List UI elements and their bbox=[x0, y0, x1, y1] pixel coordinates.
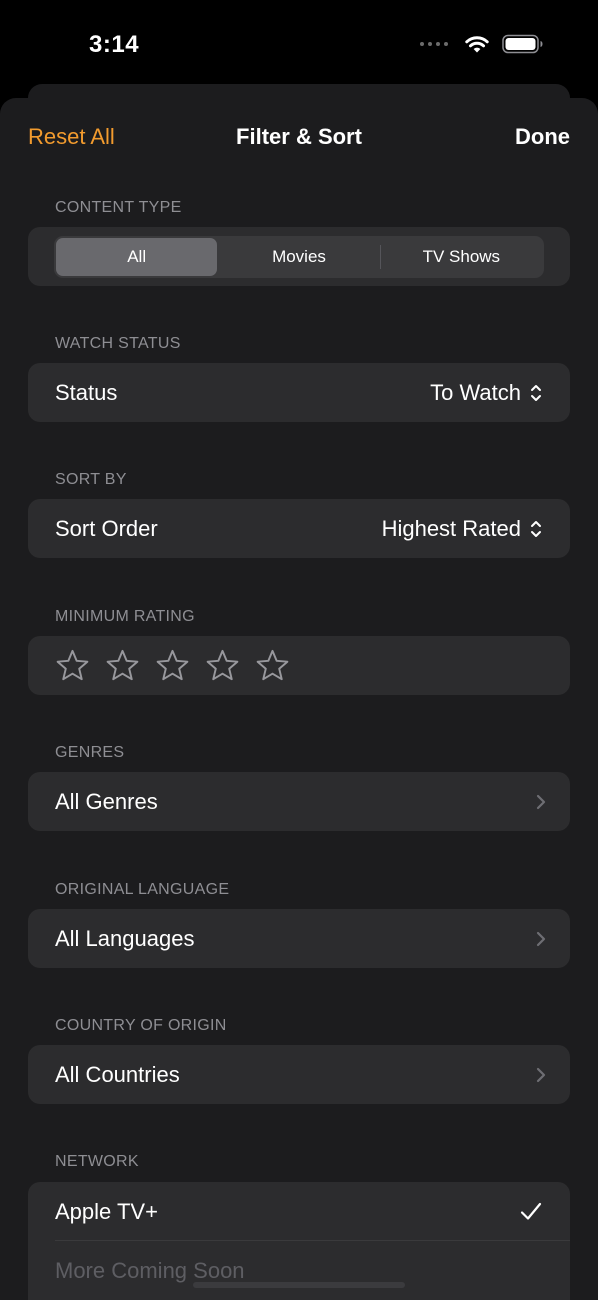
checkmark-icon bbox=[520, 1202, 542, 1220]
original-language-value: All Languages bbox=[55, 925, 195, 951]
genres-card: All Genres bbox=[28, 772, 570, 831]
chevron-right-icon bbox=[536, 931, 546, 946]
minimum-rating-card bbox=[28, 636, 570, 695]
section-header-original-language: ORIGINAL LANGUAGE bbox=[55, 881, 230, 898]
genres-value: All Genres bbox=[55, 788, 158, 814]
status-value-text: To Watch bbox=[430, 379, 521, 405]
status-bar: 3:14 bbox=[0, 0, 598, 90]
network-row-more-coming-soon: More Coming Soon bbox=[28, 1241, 570, 1300]
content-type-segmented-control: All Movies TV Shows bbox=[54, 236, 544, 278]
home-indicator[interactable] bbox=[193, 1282, 405, 1288]
cellular-signal-icon bbox=[420, 42, 448, 46]
status-time: 3:14 bbox=[89, 31, 140, 58]
section-header-watch-status: WATCH STATUS bbox=[55, 335, 181, 352]
navigation-bar: Reset All Filter & Sort Done bbox=[0, 98, 598, 178]
section-header-content-type: CONTENT TYPE bbox=[55, 199, 182, 216]
original-language-card: All Languages bbox=[28, 909, 570, 968]
section-header-country-of-origin: COUNTRY OF ORIGIN bbox=[55, 1017, 227, 1034]
status-value: To Watch bbox=[430, 380, 543, 406]
status-picker-row[interactable]: Status To Watch bbox=[28, 363, 570, 422]
status-label: Status bbox=[55, 379, 118, 405]
country-of-origin-value: All Countries bbox=[55, 1061, 180, 1087]
sort-order-label: Sort Order bbox=[55, 515, 158, 541]
chevron-right-icon bbox=[536, 794, 546, 809]
sort-order-value-text: Highest Rated bbox=[381, 515, 521, 541]
star-4-icon[interactable] bbox=[205, 648, 240, 683]
page-title: Filter & Sort bbox=[236, 124, 362, 149]
filter-sort-sheet: Reset All Filter & Sort Done CONTENT TYP… bbox=[0, 98, 598, 1300]
chevron-right-icon bbox=[536, 1067, 546, 1082]
star-5-icon[interactable] bbox=[255, 648, 290, 683]
star-3-icon[interactable] bbox=[155, 648, 190, 683]
segment-movies[interactable]: Movies bbox=[218, 238, 379, 276]
section-header-network: NETWORK bbox=[55, 1153, 139, 1170]
sort-order-value: Highest Rated bbox=[382, 516, 543, 542]
genres-row[interactable]: All Genres bbox=[28, 772, 570, 831]
segment-all[interactable]: All bbox=[56, 238, 218, 276]
network-apple-tv-plus-label: Apple TV+ bbox=[55, 1198, 158, 1224]
sort-by-card: Sort Order Highest Rated bbox=[28, 499, 570, 558]
watch-status-card: Status To Watch bbox=[28, 363, 570, 422]
star-2-icon[interactable] bbox=[105, 648, 140, 683]
country-of-origin-card: All Countries bbox=[28, 1045, 570, 1104]
original-language-row[interactable]: All Languages bbox=[28, 909, 570, 968]
chevron-up-down-icon bbox=[531, 520, 541, 537]
country-of-origin-row[interactable]: All Countries bbox=[28, 1045, 570, 1104]
network-more-coming-soon-label: More Coming Soon bbox=[55, 1257, 245, 1283]
star-rating bbox=[28, 636, 570, 695]
content-type-card: All Movies TV Shows bbox=[28, 227, 570, 286]
segment-tv-shows[interactable]: TV Shows bbox=[381, 238, 542, 276]
battery-icon bbox=[502, 34, 543, 54]
section-header-minimum-rating: MINIMUM RATING bbox=[55, 608, 195, 625]
section-header-sort-by: SORT BY bbox=[55, 471, 127, 488]
wifi-icon bbox=[465, 36, 489, 53]
network-row-apple-tv-plus[interactable]: Apple TV+ bbox=[28, 1182, 570, 1241]
status-icons bbox=[420, 34, 544, 54]
done-button[interactable]: Done bbox=[515, 124, 570, 150]
section-header-genres: GENRES bbox=[55, 744, 125, 761]
star-1-icon[interactable] bbox=[55, 648, 90, 683]
chevron-up-down-icon bbox=[531, 384, 541, 401]
sort-order-picker-row[interactable]: Sort Order Highest Rated bbox=[28, 499, 570, 558]
